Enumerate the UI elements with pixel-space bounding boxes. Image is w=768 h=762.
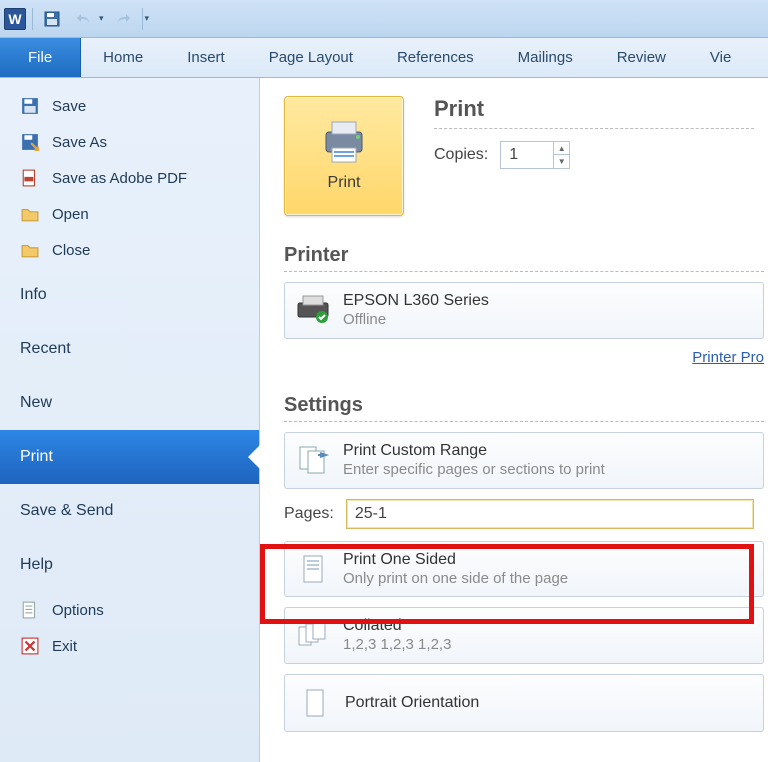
printer-properties-link[interactable]: Printer Pro bbox=[692, 349, 764, 366]
pages-value: 25-1 bbox=[355, 505, 387, 523]
print-sides-sub: Only print on one side of the page bbox=[343, 570, 568, 589]
printer-status: Offline bbox=[343, 311, 489, 330]
save-icon bbox=[44, 11, 60, 27]
sidebar-item-label: Save as Adobe PDF bbox=[52, 170, 187, 187]
sidebar-item-save[interactable]: Save bbox=[0, 88, 259, 124]
printer-section-heading: Printer bbox=[284, 244, 764, 272]
sidebar-item-open[interactable]: Open bbox=[0, 196, 259, 232]
sidebar-item-save-pdf[interactable]: Save as Adobe PDF bbox=[0, 160, 259, 196]
save-as-icon bbox=[20, 132, 40, 152]
sidebar-item-label: Info bbox=[20, 286, 47, 304]
collate-sub: 1,2,3 1,2,3 1,2,3 bbox=[343, 636, 451, 655]
pages-range-icon bbox=[295, 442, 331, 478]
print-button[interactable]: Print bbox=[284, 96, 404, 216]
sidebar-item-label: Recent bbox=[20, 340, 71, 358]
copies-spin-up[interactable]: ▲ bbox=[553, 142, 569, 155]
orientation-title: Portrait Orientation bbox=[345, 693, 479, 713]
sidebar-item-label: Save bbox=[52, 98, 86, 115]
save-icon bbox=[20, 96, 40, 116]
print-range-selector[interactable]: Print Custom Range Enter specific pages … bbox=[284, 432, 764, 489]
sidebar-item-label: Save As bbox=[52, 134, 107, 151]
sidebar-item-recent[interactable]: Recent bbox=[0, 322, 259, 376]
sidebar-item-label: Options bbox=[52, 602, 104, 619]
redo-button[interactable] bbox=[110, 6, 136, 32]
sidebar-item-label: Close bbox=[52, 242, 90, 259]
sidebar-item-exit[interactable]: Exit bbox=[0, 628, 259, 664]
collate-icon bbox=[295, 618, 331, 654]
print-range-title: Print Custom Range bbox=[343, 441, 605, 461]
tab-references[interactable]: References bbox=[375, 38, 496, 77]
ribbon-tabs: File Home Insert Page Layout References … bbox=[0, 38, 768, 78]
tab-file[interactable]: File bbox=[0, 38, 81, 77]
tab-page-layout[interactable]: Page Layout bbox=[247, 38, 375, 77]
page-single-side-icon bbox=[295, 551, 331, 587]
sidebar-item-label: Print bbox=[20, 448, 53, 466]
print-range-sub: Enter specific pages or sections to prin… bbox=[343, 461, 605, 480]
separator bbox=[32, 8, 33, 30]
sidebar-item-label: Help bbox=[20, 556, 53, 574]
tab-review[interactable]: Review bbox=[595, 38, 688, 77]
printer-name: EPSON L360 Series bbox=[343, 291, 489, 311]
sidebar-item-new[interactable]: New bbox=[0, 376, 259, 430]
open-folder-icon bbox=[20, 204, 40, 224]
copies-input[interactable]: 1 ▲ ▼ bbox=[500, 141, 570, 169]
sidebar-item-label: Open bbox=[52, 206, 89, 223]
print-settings-pane: Print Print Copies: 1 ▲ ▼ Printer bbox=[260, 78, 768, 762]
copies-spin-down[interactable]: ▼ bbox=[553, 155, 569, 168]
pages-input[interactable]: 25-1 bbox=[346, 499, 754, 529]
exit-icon bbox=[20, 636, 40, 656]
app-logo-icon: W bbox=[4, 8, 26, 30]
sidebar-item-label: Exit bbox=[52, 638, 77, 655]
printer-icon bbox=[320, 120, 368, 164]
close-folder-icon bbox=[20, 240, 40, 260]
print-button-label: Print bbox=[328, 174, 361, 192]
printer-device-icon bbox=[295, 292, 331, 328]
undo-icon bbox=[76, 11, 92, 27]
qat-customize-icon[interactable]: ▾ bbox=[145, 13, 150, 24]
collate-selector[interactable]: Collated 1,2,3 1,2,3 1,2,3 bbox=[284, 607, 764, 664]
pdf-icon bbox=[20, 168, 40, 188]
save-qat-button[interactable] bbox=[39, 6, 65, 32]
pages-label: Pages: bbox=[284, 505, 334, 523]
portrait-icon bbox=[297, 685, 333, 721]
undo-button[interactable] bbox=[71, 6, 97, 32]
redo-icon bbox=[115, 11, 131, 27]
copies-label: Copies: bbox=[434, 146, 488, 164]
sidebar-item-info[interactable]: Info bbox=[0, 268, 259, 322]
print-sides-title: Print One Sided bbox=[343, 550, 568, 570]
sidebar-item-options[interactable]: Options bbox=[0, 592, 259, 628]
sidebar-item-help[interactable]: Help bbox=[0, 538, 259, 592]
quick-access-toolbar: W ▾ ▾ bbox=[0, 0, 768, 38]
collate-title: Collated bbox=[343, 616, 451, 636]
sidebar-item-label: New bbox=[20, 394, 52, 412]
backstage-sidebar: Save Save As Save as Adobe PDF Open Clos… bbox=[0, 78, 260, 762]
sidebar-item-close[interactable]: Close bbox=[0, 232, 259, 268]
sidebar-item-save-as[interactable]: Save As bbox=[0, 124, 259, 160]
tab-insert[interactable]: Insert bbox=[165, 38, 247, 77]
print-sides-selector[interactable]: Print One Sided Only print on one side o… bbox=[284, 541, 764, 598]
sidebar-item-print[interactable]: Print bbox=[0, 430, 259, 484]
print-heading: Print bbox=[434, 96, 754, 129]
separator bbox=[142, 8, 143, 30]
undo-dropdown-icon[interactable]: ▾ bbox=[99, 13, 104, 24]
tab-mailings[interactable]: Mailings bbox=[496, 38, 595, 77]
printer-selector[interactable]: EPSON L360 Series Offline bbox=[284, 282, 764, 339]
options-icon bbox=[20, 600, 40, 620]
tab-home[interactable]: Home bbox=[81, 38, 165, 77]
sidebar-item-save-send[interactable]: Save & Send bbox=[0, 484, 259, 538]
copies-value: 1 bbox=[501, 146, 553, 164]
orientation-selector[interactable]: Portrait Orientation bbox=[284, 674, 764, 732]
sidebar-item-label: Save & Send bbox=[20, 502, 113, 520]
settings-section-heading: Settings bbox=[284, 394, 764, 422]
tab-view[interactable]: Vie bbox=[688, 38, 753, 77]
